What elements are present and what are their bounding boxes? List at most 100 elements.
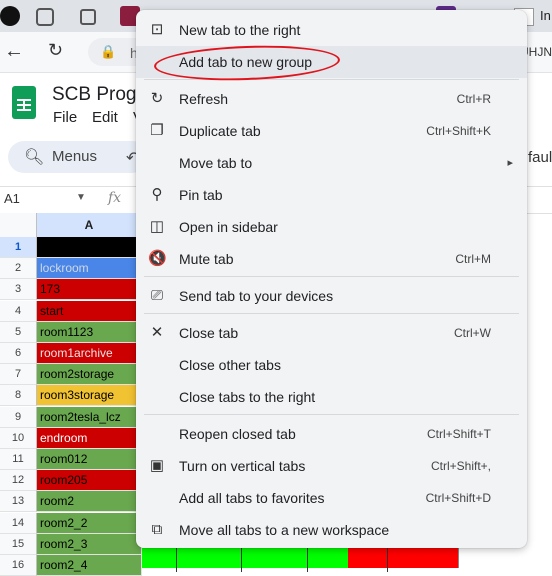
menu-separator [144,313,519,314]
sidebar-icon: ◫ [149,218,165,235]
row-number[interactable]: 3 [0,279,37,300]
chevron-down-icon[interactable]: ▼ [76,192,86,203]
row-number[interactable]: 7 [0,364,37,385]
menu-item-shortcut: Ctrl+Shift+T [426,427,491,441]
row-number[interactable]: 2 [0,258,37,279]
menu-item-label: Open in sidebar [179,219,278,235]
name-box[interactable]: A1 [4,191,20,206]
menu-item-label: Turn on vertical tabs [179,458,306,474]
cell-a13[interactable]: room2 [37,491,142,512]
menu-item-label: Move tab to [179,155,253,171]
duplicate-icon: ❐ [150,122,164,139]
cell-a7[interactable]: room2storage [37,364,142,385]
menu-item-duplicate[interactable]: ❐ Duplicate tab Ctrl+Shift+K [136,115,527,147]
row-number[interactable]: 14 [0,513,37,534]
menu-item-open-sidebar[interactable]: ◫ Open in sidebar [136,211,527,243]
menu-item-move-workspace[interactable]: ⧉ Move all tabs to a new workspace [136,514,527,546]
row-number[interactable]: 9 [0,407,37,428]
row-number[interactable]: 6 [0,343,37,364]
close-icon: ✕ [150,324,164,341]
row-number[interactable]: 11 [0,449,37,470]
menu-item-label: Pin tab [179,187,223,203]
menu-item-label: Mute tab [179,251,234,267]
reload-icon[interactable]: ↻ [48,40,63,61]
menu-item-label: Duplicate tab [179,123,261,139]
cell-a1[interactable] [37,237,142,258]
row-number[interactable]: 8 [0,385,37,406]
menu-item-shortcut: Ctrl+M [455,252,491,266]
cell-a9[interactable]: room2tesla_lcz [37,407,142,428]
workspaces-icon[interactable] [36,8,54,26]
cell-a3[interactable]: 173 [37,279,142,300]
cell-green[interactable] [142,548,349,568]
devices-icon: ⎚ [150,287,163,304]
cell-a10[interactable]: endroom [37,428,142,449]
menu-item-close-right[interactable]: Close tabs to the right [136,381,527,413]
menu-item-vertical-tabs[interactable]: ▣ Turn on vertical tabs Ctrl+Shift+, [136,450,527,482]
menu-item-label: Close tabs to the right [179,389,316,405]
workspace-icon: ⧉ [151,521,163,538]
cell-a11[interactable]: room012 [37,449,142,470]
cell-a6[interactable]: room1archive [37,343,142,364]
menu-separator [144,414,519,415]
row-number[interactable]: 16 [0,555,37,576]
menu-item-label: New tab to the right [179,22,301,38]
cell-a2[interactable]: lockroom [37,258,142,279]
tab-title-partial[interactable]: In [540,8,551,23]
menu-item-move-tab[interactable]: Move tab to ▸ [136,147,527,179]
menu-item-refresh[interactable]: ↻ Refresh Ctrl+R [136,83,527,115]
cell-a5[interactable]: room1123 [37,322,142,343]
row-number[interactable]: 1 [0,237,37,258]
menu-edit[interactable]: Edit [92,109,118,126]
menu-item-reopen[interactable]: Reopen closed tab Ctrl+Shift+T [136,418,527,450]
cell-a12[interactable]: room205 [37,470,142,491]
sheets-logo-icon[interactable] [12,86,36,119]
row-number[interactable]: 15 [0,534,37,555]
tab-actions-icon[interactable] [80,9,96,25]
search-icon: 🔍︎ [24,149,45,166]
gridline [176,548,177,572]
cell-red[interactable] [348,548,459,568]
cell-a4[interactable]: start [37,301,142,322]
chevron-right-icon: ▸ [507,157,513,169]
cell-a15[interactable]: room2_3 [37,534,142,555]
row-number[interactable]: 10 [0,428,37,449]
refresh-icon: ↻ [150,90,164,107]
menu-item-pin[interactable]: ⚲ Pin tab [136,179,527,211]
menu-search-label[interactable]: Menus [52,148,97,165]
gridline [307,548,308,572]
column-header-a[interactable]: A [37,213,141,239]
row-number[interactable]: 13 [0,491,37,512]
menu-item-close[interactable]: ✕ Close tab Ctrl+W [136,317,527,349]
menu-file[interactable]: File [53,109,77,126]
cell-a14[interactable]: room2_2 [37,513,142,534]
menu-item-label: Close other tabs [179,357,281,373]
menu-item-mute[interactable]: 🔇 Mute tab Ctrl+M [136,243,527,275]
back-arrow-icon[interactable]: ← [4,40,24,63]
menu-item-send-devices[interactable]: ⎚ Send tab to your devices [136,280,527,312]
menu-item-label: Close tab [179,325,239,341]
speaker-mute-icon: 🔇 [148,250,167,267]
lock-icon[interactable]: 🔒 [100,44,116,60]
row-number[interactable]: 5 [0,322,37,343]
row-number[interactable]: 12 [0,470,37,491]
menu-item-shortcut: Ctrl+Shift+K [426,124,491,138]
gridline [387,548,388,572]
menu-item-add-favorites[interactable]: Add all tabs to favorites Ctrl+Shift+D [136,482,527,514]
menu-item-close-others[interactable]: Close other tabs [136,349,527,381]
menu-item-label: Move all tabs to a new workspace [179,522,390,538]
menu-item-new-tab-right[interactable]: ⊡ New tab to the right [136,14,527,46]
menu-item-label: Refresh [179,91,229,107]
select-all-corner[interactable] [0,213,37,238]
menu-item-label: Send tab to your devices [179,288,334,304]
new-tab-icon: ⊡ [150,21,164,38]
cell-a8[interactable]: room3storage [37,385,142,406]
profile-icon[interactable] [0,6,20,26]
menu-item-shortcut: Ctrl+Shift+, [430,459,491,473]
pin-icon: ⚲ [151,186,163,203]
cell-a16[interactable]: room2_4 [37,555,142,576]
font-selector-partial[interactable]: faul [528,149,552,166]
gridline [241,548,242,572]
row-number[interactable]: 4 [0,301,37,322]
menu-item-shortcut: Ctrl+R [456,92,491,106]
